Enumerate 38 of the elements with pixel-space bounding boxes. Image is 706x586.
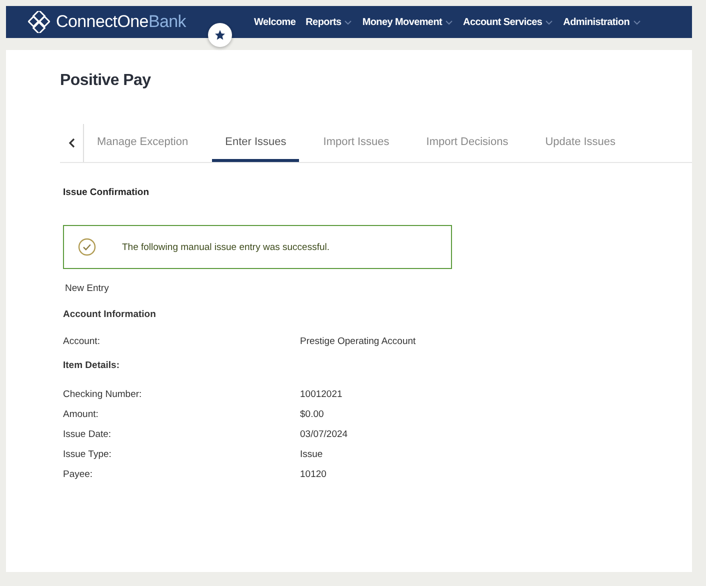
tab[interactable]: Enter Issues — [212, 124, 300, 162]
field-value: 10012021 — [300, 389, 344, 400]
field-label: Amount: — [63, 409, 100, 420]
field-value: 03/07/2024 — [300, 429, 349, 440]
nav-menu-item[interactable]: Welcome — [254, 16, 296, 28]
field-value: Issue — [300, 449, 324, 460]
nav-menu-item[interactable]: Account Services — [463, 16, 554, 28]
tab[interactable]: Import Decisions — [413, 124, 522, 162]
chevron-icon — [632, 20, 641, 24]
field-label: Issue Date: — [63, 429, 112, 440]
nav-menu-item[interactable]: Reports — [306, 16, 352, 28]
chevron-icon — [545, 20, 554, 24]
page-title: Positive Pay — [59, 71, 152, 91]
new-entry-link[interactable]: New Entry — [65, 283, 109, 294]
field-label: Account: — [63, 336, 101, 347]
field-value: $0.00 — [300, 409, 325, 420]
field-value: Prestige Operating Account — [300, 336, 417, 347]
section-heading: Account Information — [63, 309, 157, 320]
star-icon — [214, 29, 226, 41]
nav-menu-item[interactable]: Money Movement — [362, 16, 454, 28]
logo-text: ConnectOneBank — [56, 12, 186, 32]
chevron-left-icon — [68, 138, 76, 148]
check-circle-icon — [78, 238, 96, 256]
field-value: 10120 — [300, 469, 328, 480]
tab[interactable]: Import Issues — [310, 124, 402, 162]
tab[interactable]: Update Issues — [532, 124, 629, 162]
nav-menu-item[interactable]: Administration — [563, 16, 641, 28]
alert-message: The following manual issue entry was successful. — [122, 242, 330, 252]
chevron-icon — [445, 20, 454, 24]
field-label: Issue Type: — [63, 449, 112, 460]
section-heading: Item Details: — [63, 360, 120, 371]
tab[interactable]: Manage Exception — [84, 124, 202, 162]
logo-icon — [28, 11, 50, 33]
favorites-button[interactable] — [208, 23, 232, 47]
section-title: Issue Confirmation — [63, 187, 150, 198]
field-label: Payee: — [63, 469, 94, 480]
chevron-icon — [344, 20, 352, 24]
field-label: Checking Number: — [63, 389, 143, 400]
